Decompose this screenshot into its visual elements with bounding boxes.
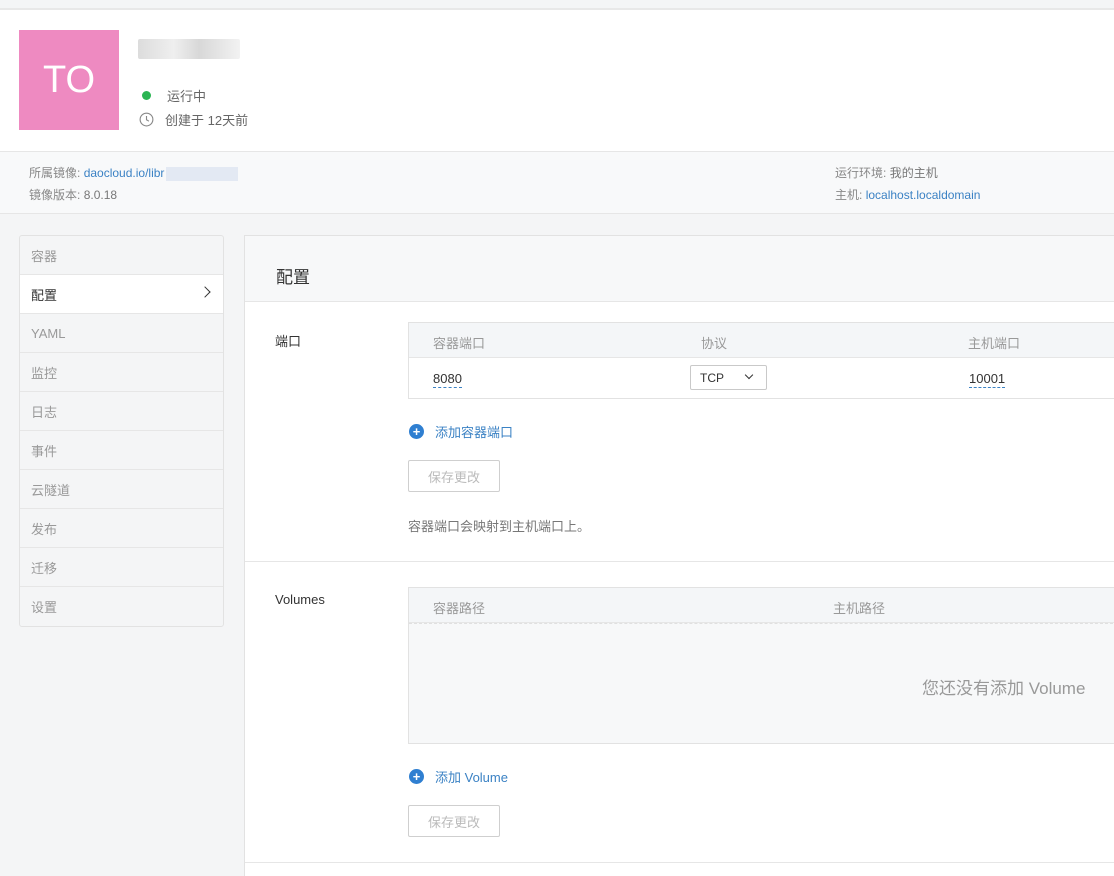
env-info: 运行环境: 我的主机 bbox=[835, 164, 938, 181]
status-text: 运行中 bbox=[167, 89, 207, 104]
sidebar-item-monitor[interactable]: 监控 bbox=[20, 353, 223, 392]
version-label: 镜像版本: bbox=[29, 188, 81, 202]
container-port-input[interactable]: 8080 bbox=[433, 371, 462, 388]
page-title: 配置 bbox=[276, 268, 310, 287]
container-header: TO 运行中 创建于 12天前 bbox=[0, 10, 1114, 152]
section-divider bbox=[245, 561, 1114, 562]
clock-icon bbox=[139, 112, 154, 127]
version-value: 8.0.18 bbox=[83, 188, 118, 202]
sidebar-item-logs[interactable]: 日志 bbox=[20, 392, 223, 431]
sidebar-item-label: 设置 bbox=[31, 600, 58, 615]
chevron-down-icon bbox=[744, 370, 754, 380]
image-name-redacted bbox=[166, 166, 239, 181]
created-text: 创建于 12天前 bbox=[165, 113, 249, 128]
ports-table: 容器端口 协议 主机端口 8080 TCP 10001 bbox=[408, 322, 1114, 399]
sidebar-item-container[interactable]: 容器 bbox=[20, 236, 223, 275]
table-row: 8080 TCP 10001 bbox=[409, 358, 1114, 398]
add-volume-label: 添加 Volume bbox=[435, 770, 508, 785]
col-host-path: 主机路径 bbox=[833, 601, 886, 616]
add-volume-button[interactable]: + 添加 Volume bbox=[409, 767, 508, 786]
status-indicator: 运行中 bbox=[140, 86, 206, 105]
save-ports-button[interactable]: 保存更改 bbox=[408, 460, 500, 492]
sidebar-item-migrate[interactable]: 迁移 bbox=[20, 548, 223, 587]
sidebar-item-release[interactable]: 发布 bbox=[20, 509, 223, 548]
sidebar-item-label: 发布 bbox=[31, 521, 58, 537]
container-name-redacted bbox=[138, 39, 240, 59]
sidebar-nav: 容器 配置 YAML 监控 日志 事件 云隧道 发布 迁移 设置 bbox=[19, 235, 224, 627]
sidebar-item-label: 迁移 bbox=[31, 560, 58, 576]
ports-section-label: 端口 bbox=[275, 334, 302, 349]
sidebar-item-events[interactable]: 事件 bbox=[20, 431, 223, 470]
protocol-select[interactable]: TCP bbox=[690, 365, 767, 390]
volumes-section-label: Volumes bbox=[275, 592, 325, 607]
status-dot-icon bbox=[142, 91, 151, 100]
sidebar-item-settings[interactable]: 设置 bbox=[20, 587, 223, 626]
sidebar-item-label: 监控 bbox=[31, 365, 58, 381]
ports-table-header: 容器端口 协议 主机端口 bbox=[409, 323, 1114, 358]
save-volumes-button[interactable]: 保存更改 bbox=[408, 805, 500, 837]
host-port-input[interactable]: 10001 bbox=[969, 371, 1006, 388]
sidebar-item-tunnel[interactable]: 云隧道 bbox=[20, 470, 223, 509]
version-info: 镜像版本: 8.0.18 bbox=[29, 186, 117, 203]
avatar: TO bbox=[19, 30, 119, 130]
image-link[interactable]: daocloud.io/libr bbox=[84, 166, 165, 180]
add-port-button[interactable]: + 添加容器端口 bbox=[409, 422, 513, 441]
volumes-table: 容器路径 主机路径 您还没有添加 Volume bbox=[408, 587, 1114, 744]
created-time: 创建于 12天前 bbox=[139, 110, 248, 129]
host-label: 主机: bbox=[835, 188, 863, 202]
sidebar-item-label: 云隧道 bbox=[31, 482, 71, 498]
host-info: 主机: localhost.localdomain bbox=[835, 186, 980, 203]
sidebar-item-label: 配置 bbox=[31, 287, 58, 303]
sidebar-item-label: 事件 bbox=[31, 443, 58, 459]
volumes-empty-state: 您还没有添加 Volume bbox=[409, 623, 1114, 743]
add-port-label: 添加容器端口 bbox=[435, 425, 514, 440]
sidebar-item-label: 容器 bbox=[31, 248, 58, 264]
env-label: 运行环境: bbox=[835, 166, 887, 180]
image-label: 所属镜像: bbox=[29, 166, 81, 180]
host-link[interactable]: localhost.localdomain bbox=[866, 188, 981, 202]
volumes-table-header: 容器路径 主机路径 bbox=[409, 588, 1114, 623]
sidebar-item-label: YAML bbox=[31, 325, 66, 341]
sidebar-item-config[interactable]: 配置 bbox=[20, 275, 223, 314]
col-host-port: 主机端口 bbox=[968, 336, 1021, 351]
section-divider bbox=[245, 862, 1114, 863]
config-panel: 配置 端口 容器端口 协议 主机端口 8080 TCP 10001 + 添加容器… bbox=[244, 235, 1114, 876]
panel-header bbox=[245, 236, 1114, 302]
sidebar-item-label: 日志 bbox=[31, 404, 58, 420]
col-container-port: 容器端口 bbox=[433, 336, 486, 351]
env-value: 我的主机 bbox=[889, 166, 938, 180]
plus-circle-icon: + bbox=[409, 424, 424, 439]
plus-circle-icon: + bbox=[409, 769, 424, 784]
image-info: 所属镜像: daocloud.io/libr bbox=[29, 164, 239, 181]
volumes-empty-text: 您还没有添加 Volume bbox=[922, 679, 1086, 698]
col-protocol: 协议 bbox=[701, 336, 728, 351]
col-container-path: 容器路径 bbox=[433, 601, 486, 616]
chevron-right-icon bbox=[199, 286, 211, 298]
sidebar-item-yaml[interactable]: YAML bbox=[20, 314, 223, 353]
protocol-value: TCP bbox=[700, 371, 724, 385]
ports-hint: 容器端口会映射到主机端口上。 bbox=[408, 519, 591, 534]
info-bar: 所属镜像: daocloud.io/libr 镜像版本: 8.0.18 运行环境… bbox=[0, 152, 1114, 214]
